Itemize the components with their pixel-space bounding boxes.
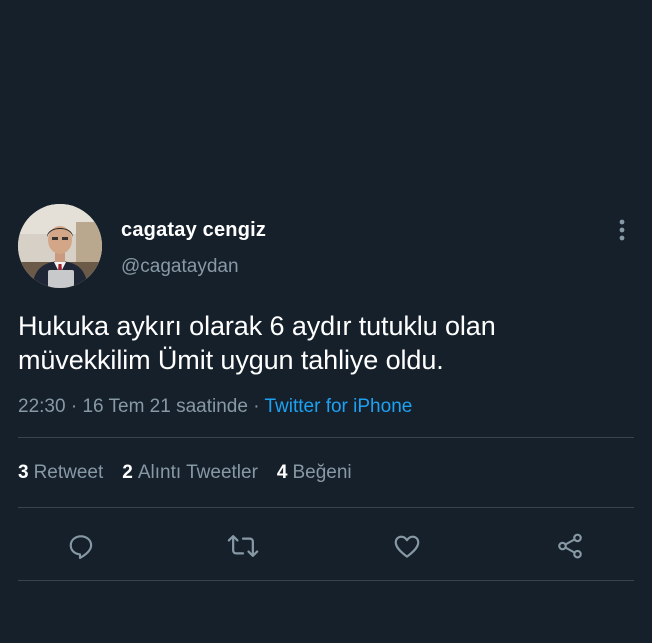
tweet-actions: [0, 522, 652, 568]
retweets-stat[interactable]: 3 Retweet: [18, 461, 103, 485]
more-vertical-icon: [619, 219, 625, 241]
reply-icon: [69, 535, 93, 560]
quote-tweets-label: Alıntı Tweetler: [137, 462, 258, 483]
user-handle[interactable]: @cagataydan: [121, 255, 239, 279]
share-button[interactable]: [553, 530, 587, 562]
likes-label: Beğeni: [292, 462, 352, 483]
tweet-source-link[interactable]: Twitter for iPhone: [264, 396, 412, 417]
like-button[interactable]: [390, 530, 424, 562]
avatar[interactable]: [18, 204, 102, 288]
retweet-button[interactable]: [226, 530, 260, 562]
display-name[interactable]: cagatay cengiz: [121, 218, 266, 242]
divider: [18, 437, 634, 438]
tweet-stats: 3 Retweet 2 Alıntı Tweetler 4 Beğeni: [18, 461, 371, 485]
likes-stat[interactable]: 4 Beğeni: [277, 461, 352, 485]
tweet-time[interactable]: 22:30: [18, 396, 66, 417]
quote-tweets-stat[interactable]: 2 Alıntı Tweetler: [122, 461, 258, 485]
tweet-detail: cagatay cengiz @cagataydan Hukuka aykırı…: [0, 0, 652, 643]
retweet-icon: [227, 535, 259, 557]
screen: cagatay cengiz @cagataydan Hukuka aykırı…: [0, 0, 652, 643]
likes-count: 4: [276, 462, 288, 483]
meta-separator: ·: [247, 396, 265, 417]
retweets-count: 3: [18, 462, 29, 483]
avatar-photo: [18, 204, 102, 288]
reply-button[interactable]: [64, 530, 98, 562]
tweet-text: Hukuka aykırı olarak 6 aydır tutuklu ola…: [18, 311, 496, 375]
heart-icon: [394, 535, 420, 558]
meta-separator: ·: [65, 396, 83, 417]
share-icon: [558, 533, 582, 559]
tweet-meta: 22:30 · 16 Tem 21 saatinde · Twitter for…: [18, 395, 412, 419]
retweets-label: Retweet: [33, 462, 104, 483]
more-options-button[interactable]: [610, 216, 634, 244]
divider: [18, 507, 634, 508]
tweet-date[interactable]: 16 Tem 21 saatinde: [82, 396, 248, 417]
divider: [18, 580, 634, 581]
quote-tweets-count: 2: [122, 462, 133, 483]
